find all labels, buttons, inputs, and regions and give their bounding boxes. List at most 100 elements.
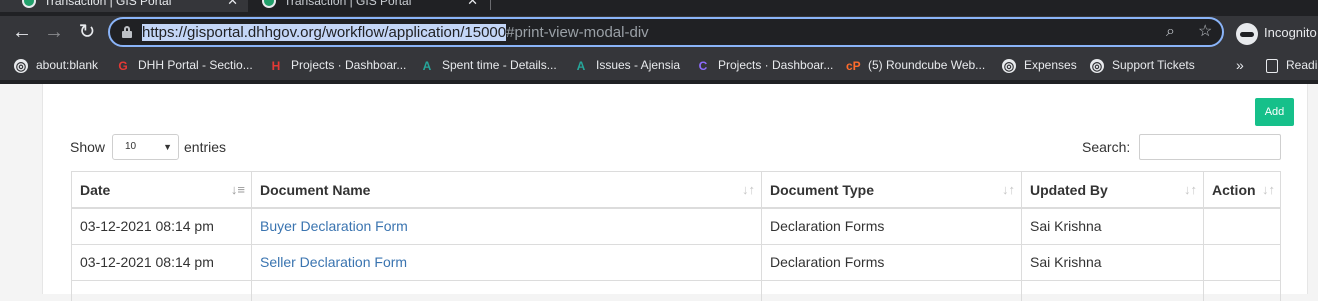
page-content: Add Show 10 ▼ entries Search: Date ↓≡ Do… [0, 84, 1318, 301]
bookmark-item[interactable]: G DHH Portal - Sectio... [116, 56, 253, 74]
address-bar[interactable]: https://gisportal.dhhgov.org/workflow/ap… [108, 17, 1224, 47]
tab-strip: Transaction | GIS Portal ✕ Transaction |… [0, 0, 1318, 16]
browser-toolbar: ← → ↻ https://gisportal.dhhgov.org/workf… [0, 16, 1318, 50]
add-button[interactable]: Add [1255, 98, 1294, 126]
tab-title: Transaction | GIS Portal [44, 0, 172, 8]
sort-descending-icon: ↓≡ [230, 182, 245, 197]
header-label: Updated By [1030, 182, 1108, 198]
column-header-action[interactable]: Action ↓↑ [1203, 172, 1281, 207]
sort-icon: ↓↑ [1262, 182, 1275, 197]
browser-tab-active[interactable]: Transaction | GIS Portal ✕ [0, 0, 248, 12]
bookmark-label: Support Tickets [1112, 58, 1195, 72]
chevron-down-icon: ▼ [163, 142, 172, 152]
back-arrow-icon[interactable]: ← [9, 20, 35, 46]
cell-document-name: Seller Declaration Form [251, 245, 761, 280]
column-header-document-type[interactable]: Document Type ↓↑ [761, 172, 1021, 207]
header-label: Document Type [770, 182, 874, 198]
reload-icon[interactable]: ↻ [74, 20, 100, 46]
ajensia-icon: A [576, 58, 586, 73]
cell-action [1203, 209, 1281, 244]
search-label: Search: [1082, 139, 1131, 155]
bookmark-item[interactable]: ◎ Expenses [1002, 56, 1077, 74]
bookmark-item[interactable]: ◎ about:blank [14, 56, 98, 74]
header-label: Date [80, 182, 111, 198]
page-length-select[interactable]: 10 ▼ [112, 134, 179, 160]
sort-icon: ↓↑ [742, 182, 755, 197]
site-favicon-icon [262, 0, 276, 8]
bookmark-item[interactable]: ◎ Support Tickets [1090, 56, 1195, 74]
document-link[interactable]: Buyer Declaration Form [260, 218, 408, 234]
forward-arrow-icon[interactable]: → [41, 20, 67, 46]
url-fragment-text: #print-view-modal-div [506, 24, 649, 41]
bookmark-label: DHH Portal - Sectio... [138, 58, 253, 72]
column-header-document-name[interactable]: Document Name ↓↑ [251, 172, 761, 207]
globe-icon: ◎ [1090, 58, 1104, 73]
table-row-partial [71, 281, 1281, 301]
bookmark-star-icon[interactable]: ☆ [1198, 22, 1212, 42]
cell-date: 03-12-2021 08:14 pm [71, 245, 251, 280]
cell-empty [251, 281, 761, 301]
cell-updated-by: Sai Krishna [1021, 209, 1203, 244]
cell-empty [71, 281, 251, 301]
browser-tab[interactable]: Transaction | GIS Portal ✕ [240, 0, 488, 12]
documents-panel: Add Show 10 ▼ entries Search: Date ↓≡ Do… [42, 84, 1308, 301]
incognito-label: Incognito [1264, 25, 1317, 40]
g-logo-icon: G [118, 58, 128, 73]
url-selected-text: https://gisportal.dhhgov.org/workflow/ap… [142, 24, 507, 41]
cell-empty [1203, 281, 1281, 301]
zoom-search-icon[interactable]: ⌕ [1166, 22, 1175, 42]
cell-document-type: Declaration Forms [761, 209, 1021, 244]
cell-updated-by: Sai Krishna [1021, 245, 1203, 280]
site-favicon-icon [22, 0, 36, 8]
tab-divider [490, 0, 491, 10]
cell-document-type: Declaration Forms [761, 245, 1021, 280]
table-header-row: Date ↓≡ Document Name ↓↑ Document Type ↓… [71, 171, 1281, 209]
entries-label: entries [184, 139, 227, 155]
url-text: https://gisportal.dhhgov.org/workflow/ap… [142, 24, 649, 41]
column-header-date[interactable]: Date ↓≡ [71, 172, 251, 207]
bookmark-item[interactable]: cP (5) Roundcube Web... [846, 56, 985, 74]
reading-list-button[interactable]: Readi [1266, 56, 1317, 74]
header-label: Document Name [260, 182, 371, 198]
cell-date: 03-12-2021 08:14 pm [71, 209, 251, 244]
incognito-icon [1236, 22, 1258, 45]
bookmark-label: Spent time - Details... [442, 58, 557, 72]
show-label: Show [70, 139, 106, 155]
page-length-value: 10 [125, 141, 137, 152]
table-row: 03-12-2021 08:14 pm Seller Declaration F… [71, 245, 1281, 281]
h-logo-icon: H [271, 58, 281, 73]
cpanel-icon: cP [846, 58, 861, 73]
bookmark-label: (5) Roundcube Web... [868, 58, 986, 72]
bookmark-item[interactable]: A Issues - Ajensia [574, 56, 680, 74]
bookmark-label: Issues - Ajensia [596, 58, 681, 72]
cell-empty [1021, 281, 1203, 301]
cell-document-name: Buyer Declaration Form [251, 209, 761, 244]
globe-icon: ◎ [1002, 58, 1016, 73]
tab-title: Transaction | GIS Portal [284, 0, 412, 8]
search-input[interactable] [1139, 134, 1281, 160]
cell-action [1203, 245, 1281, 280]
lock-icon[interactable] [122, 26, 132, 38]
bookmark-label: Projects · Dashboar... [718, 58, 834, 72]
sort-icon: ↓↑ [1184, 182, 1197, 197]
globe-icon: ◎ [14, 58, 28, 73]
bookmark-label: Expenses [1024, 58, 1077, 72]
bookmark-item[interactable]: A Spent time - Details... [420, 56, 557, 74]
bookmarks-overflow-button[interactable]: » [1236, 56, 1244, 74]
ajensia-icon: A [422, 58, 432, 73]
document-link[interactable]: Seller Declaration Form [260, 254, 407, 270]
column-header-updated-by[interactable]: Updated By ↓↑ [1021, 172, 1203, 207]
browser-chrome: Transaction | GIS Portal ✕ Transaction |… [0, 0, 1318, 84]
reading-list-icon [1266, 58, 1278, 73]
c-logo-icon: C [698, 58, 708, 73]
cell-empty [761, 281, 1021, 301]
header-label: Action [1212, 182, 1256, 198]
bookmark-item[interactable]: C Projects · Dashboar... [696, 56, 834, 74]
tab-close-icon[interactable]: ✕ [467, 0, 478, 12]
bookmark-item[interactable]: H Projects · Dashboar... [269, 56, 407, 74]
bookmark-label: about:blank [36, 58, 99, 72]
incognito-indicator[interactable]: Incognito [1236, 20, 1317, 46]
tab-close-icon[interactable]: ✕ [227, 0, 238, 12]
bookmarks-bar: ◎ about:blank G DHH Portal - Sectio... H Pr… [0, 50, 1318, 80]
reading-list-label: Readi [1286, 58, 1318, 72]
